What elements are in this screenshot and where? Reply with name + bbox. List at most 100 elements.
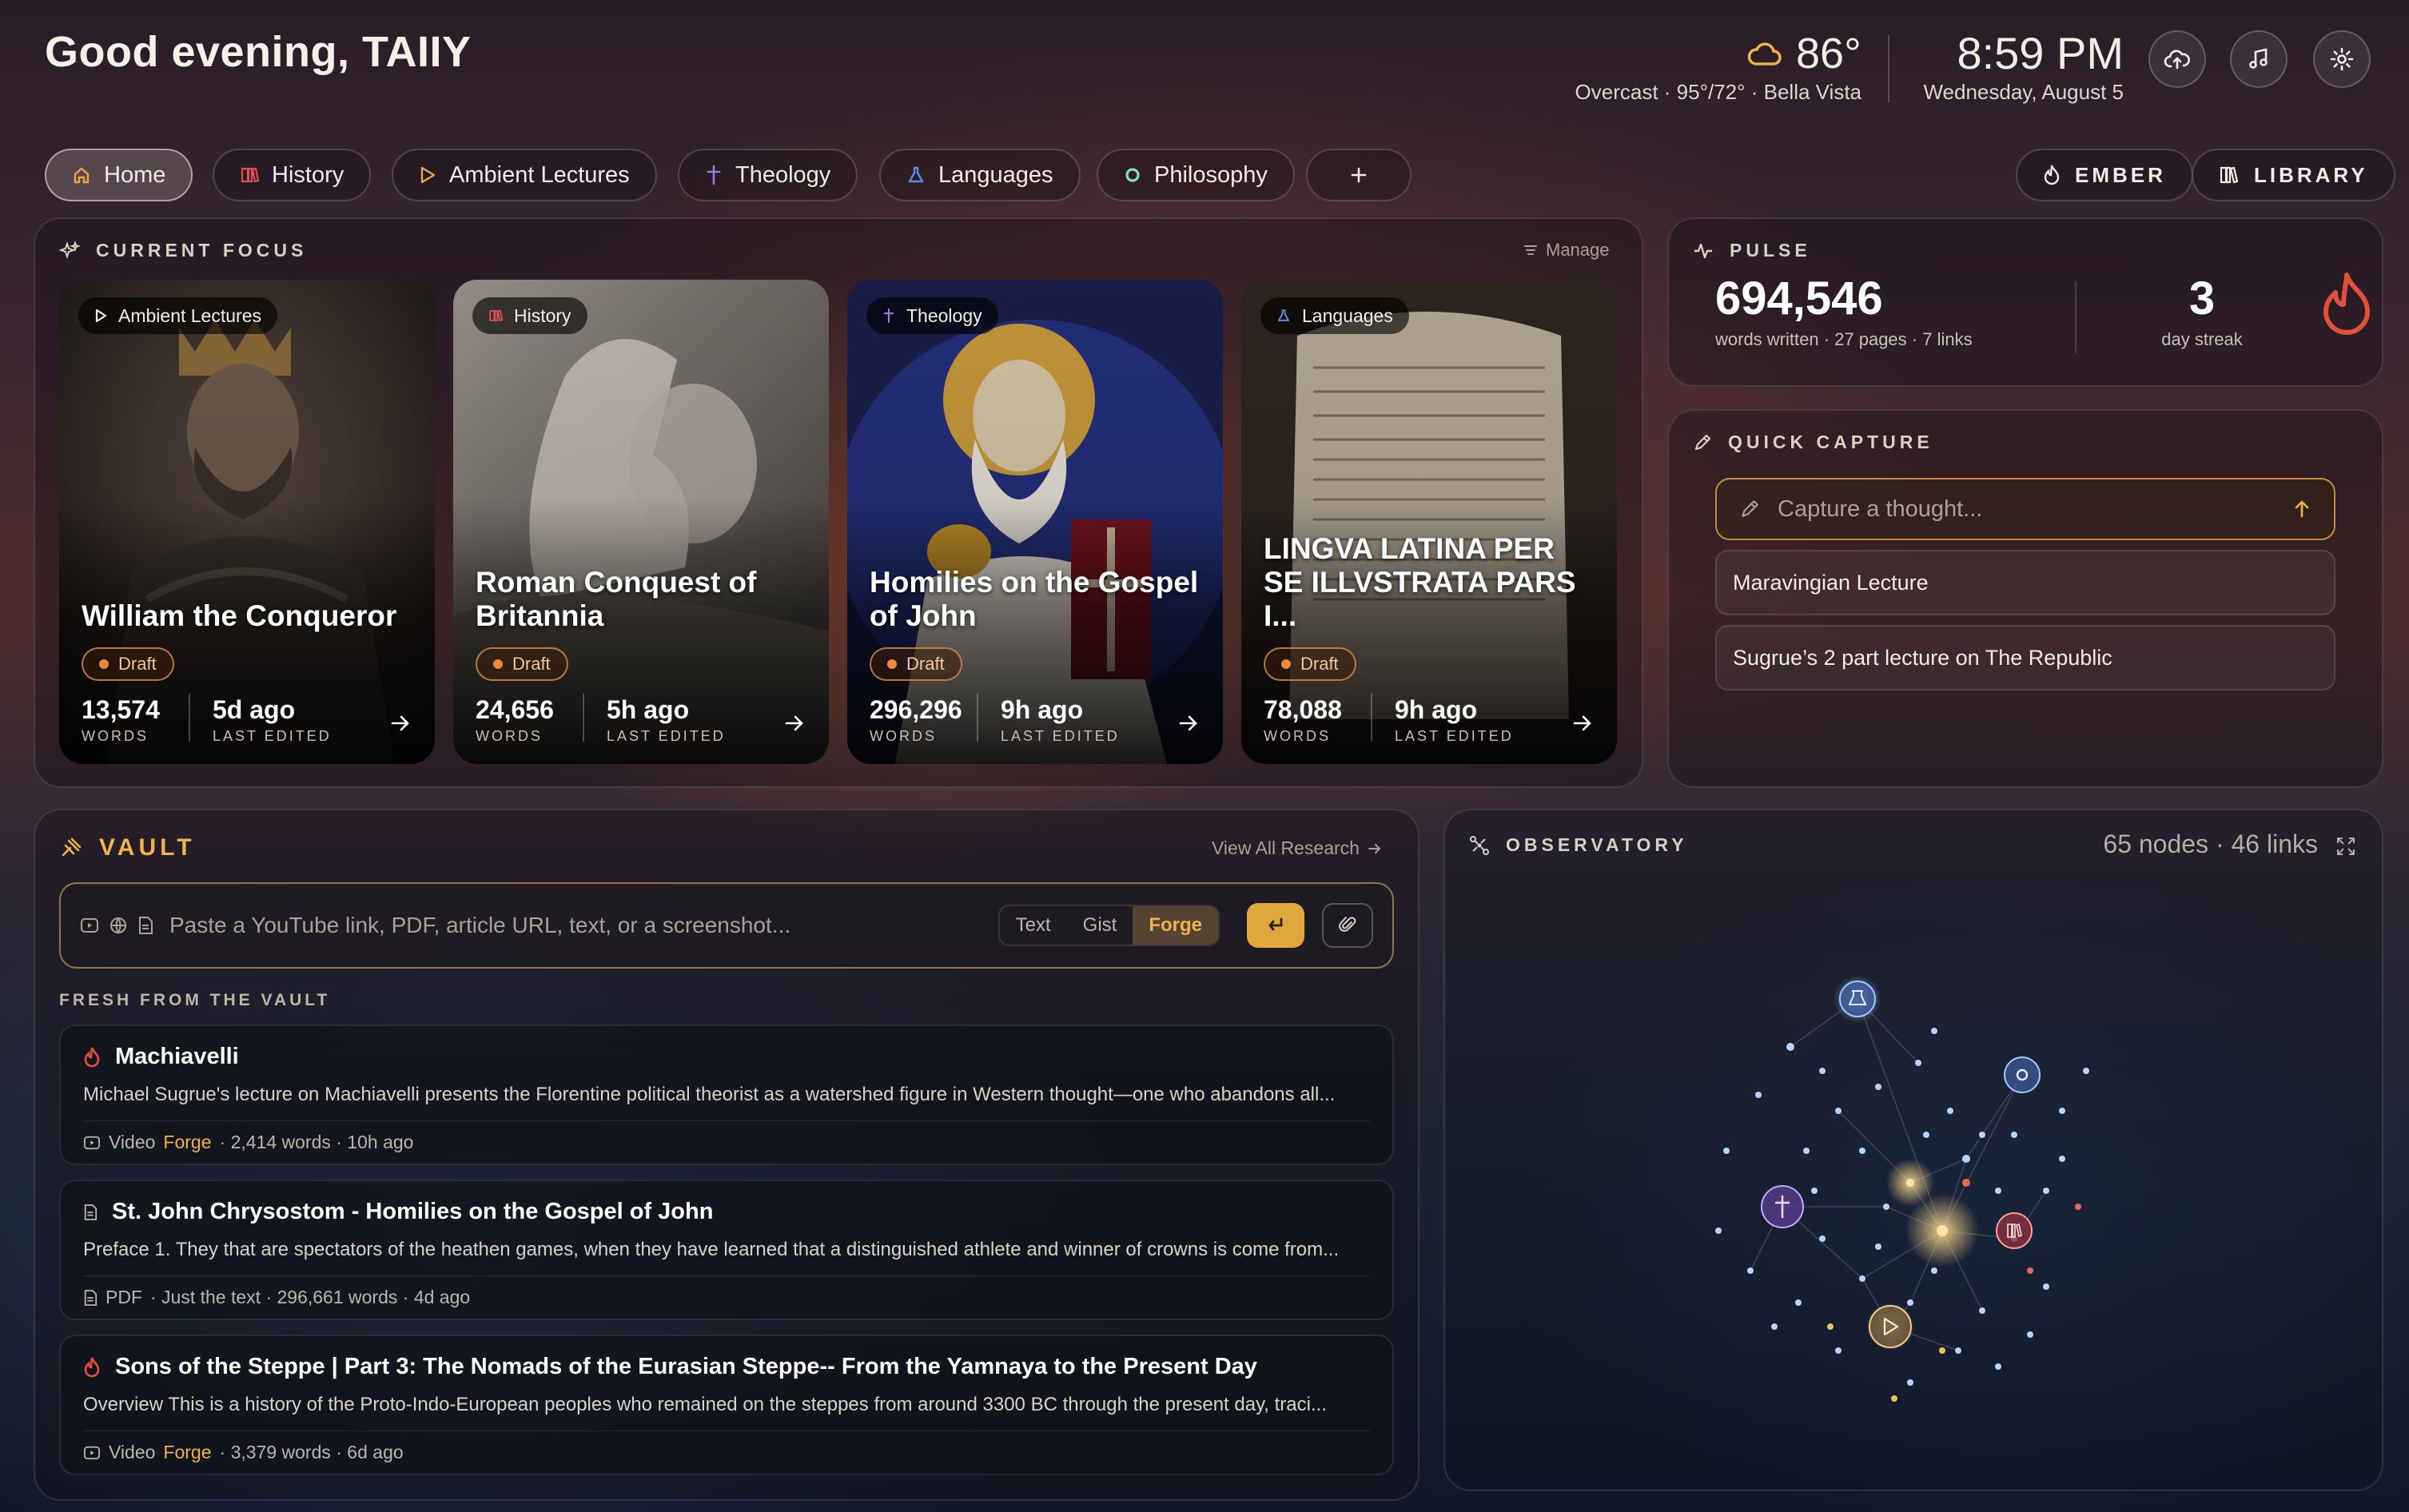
vault-item[interactable]: Sons of the Steppe | Part 3: The Nomads … [59, 1335, 1394, 1475]
words-value: 13,574 [82, 695, 160, 724]
focus-card-lingva-latina[interactable]: Languages LINGVA LATINA PER SE ILLVSTRAT… [1241, 280, 1617, 764]
vault-item-title-row: Machiavelli [83, 1044, 239, 1070]
temperature-value: 86° [1796, 30, 1862, 78]
list-icon [1523, 244, 1538, 257]
edited-value: 5h ago [607, 695, 690, 724]
open-arrow-icon[interactable] [1572, 714, 1593, 732]
card-shade [59, 280, 435, 764]
words-value: 24,656 [476, 695, 554, 724]
card-words: 296,296 WORDS [870, 695, 962, 745]
pencil-icon [1693, 433, 1712, 452]
tab-label: Languages [938, 161, 1053, 188]
weather-summary: Overcast · 95°/72° · Bella Vista [1575, 80, 1862, 104]
capture-placeholder: Capture a thought... [1778, 495, 1983, 522]
circle-icon [1124, 166, 1141, 184]
vault-item-description: Preface 1. They that are spectators of t… [83, 1239, 1340, 1260]
capture-item[interactable]: Maravingian Lecture [1715, 550, 2335, 615]
vault-item-title-row: Sons of the Steppe | Part 3: The Nomads … [83, 1354, 1257, 1380]
manage-button[interactable]: Manage [1523, 240, 1610, 261]
observatory-header: OBSERVATORY [1469, 834, 1688, 856]
gear-icon [2329, 46, 2355, 72]
capture-input[interactable]: Capture a thought... [1715, 478, 2335, 540]
mode-text[interactable]: Text [1000, 906, 1067, 945]
card-category-chip: Theology [866, 297, 998, 334]
tab-philosophy[interactable]: Philosophy [1097, 149, 1295, 201]
streak-label: day streak [2161, 329, 2243, 349]
submit-button[interactable] [1247, 903, 1304, 948]
music-icon [2247, 47, 2271, 71]
capture-item[interactable]: Sugrue’s 2 part lecture on The Republic [1715, 625, 2335, 690]
card-edited: 9h ago LAST EDITED [1395, 695, 1514, 745]
edited-label: LAST EDITED [1395, 728, 1514, 744]
edited-label: LAST EDITED [607, 728, 726, 744]
settings-button[interactable] [2313, 30, 2371, 88]
tab-languages[interactable]: Languages [879, 149, 1081, 201]
cloud-sync-button[interactable] [2148, 30, 2206, 88]
vault-item-meta: Video Forge · 2,414 words · 10h ago [83, 1132, 413, 1153]
music-button[interactable] [2230, 30, 2288, 88]
expand-icon[interactable] [2335, 836, 2356, 857]
add-tab-button[interactable] [1306, 149, 1412, 201]
card-shade [1241, 280, 1617, 764]
item-info: · 2,414 words · 10h ago [219, 1132, 414, 1152]
vault-item-description: Michael Sugrue's lecture on Machiavelli … [83, 1084, 1336, 1105]
plus-icon [1348, 165, 1369, 185]
words-written-sub: words written · 27 pages · 7 links [1715, 329, 1973, 349]
status-badge: Draft [870, 647, 962, 681]
library-button[interactable]: LIBRARY [2192, 149, 2395, 201]
streak-flame-icon [2321, 272, 2372, 339]
ember-button[interactable]: EMBER [2016, 149, 2193, 201]
header-divider [1888, 35, 1889, 102]
mode-selector[interactable]: Text Gist Forge [997, 905, 1220, 946]
open-arrow-icon[interactable] [390, 714, 411, 732]
card-words: 78,088 WORDS [1264, 695, 1342, 745]
vault-item[interactable]: St. John Chrysostom - Homilies on the Go… [59, 1180, 1394, 1320]
status-badge: Draft [82, 647, 174, 681]
current-focus-header: CURRENT FOCUS [59, 240, 307, 261]
knowledge-graph[interactable] [1678, 951, 2158, 1430]
vault-item[interactable]: Machiavelli Michael Sugrue's lecture on … [59, 1025, 1394, 1165]
divider [83, 1430, 1370, 1431]
card-title: William the Conqueror [82, 599, 397, 632]
focus-card-roman-conquest[interactable]: History Roman Conquest of Britannia Draf… [453, 280, 829, 764]
mode-tag: Forge [163, 1132, 212, 1152]
open-arrow-icon[interactable] [1178, 714, 1199, 732]
tab-label: Ambient Lectures [449, 161, 630, 188]
tab-home[interactable]: Home [45, 149, 193, 201]
focus-card-homilies[interactable]: Theology Homilies on the Gospel of John … [847, 280, 1223, 764]
clock-time: 8:59 PM [1957, 28, 2124, 78]
tab-ambient-lectures[interactable]: Ambient Lectures [392, 149, 657, 201]
view-all-research-link[interactable]: View All Research [1212, 838, 1382, 859]
tab-label: Theology [735, 161, 831, 188]
edited-label: LAST EDITED [213, 728, 332, 744]
vault-input[interactable]: Paste a YouTube link, PDF, article URL, … [59, 882, 1394, 969]
network-icon [1469, 835, 1490, 856]
streak-value: 3 [2188, 273, 2216, 324]
stat-divider [1371, 694, 1372, 742]
edited-value: 9h ago [1001, 695, 1084, 724]
doc-icon [83, 1289, 98, 1307]
card-shade [453, 280, 829, 764]
sparkle-icon [59, 240, 80, 261]
tab-label: Home [104, 161, 166, 188]
stat-divider [189, 694, 190, 742]
vault-item-title: Sons of the Steppe | Part 3: The Nomads … [115, 1354, 1257, 1379]
clock-date: Wednesday, August 5 [1923, 80, 2124, 104]
paperclip-icon [1338, 916, 1357, 935]
doc-icon [137, 916, 153, 935]
mode-forge[interactable]: Forge [1133, 906, 1218, 945]
video-icon [83, 1445, 101, 1461]
pulse-divider [2075, 281, 2077, 353]
tab-history[interactable]: History [213, 149, 372, 201]
open-arrow-icon[interactable] [784, 714, 805, 732]
submit-arrow-icon[interactable] [2292, 499, 2311, 519]
source-type: Video [109, 1442, 156, 1462]
mode-gist[interactable]: Gist [1067, 906, 1133, 945]
card-edited: 5h ago LAST EDITED [607, 695, 726, 745]
card-edited: 5d ago LAST EDITED [213, 695, 332, 745]
stat-divider [583, 694, 584, 742]
tab-theology[interactable]: Theology [678, 149, 858, 201]
focus-card-william[interactable]: Ambient Lectures William the Conqueror D… [59, 280, 435, 764]
enter-icon [1265, 917, 1286, 934]
attach-button[interactable] [1322, 903, 1373, 948]
